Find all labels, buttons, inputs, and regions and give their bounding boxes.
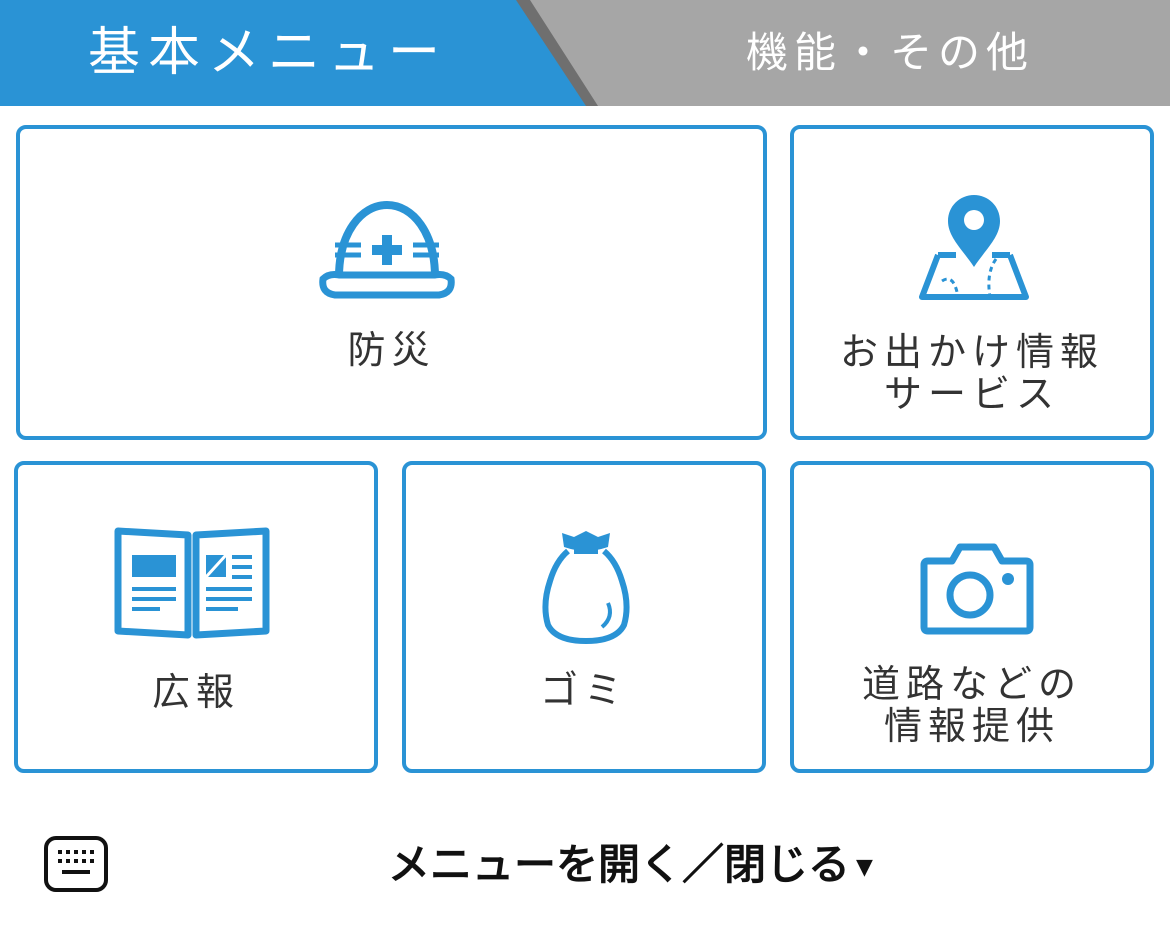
tile-road-label-line2: 情報提供 [883,704,1060,748]
toggle-menu-label: メニューを開く／閉じる [388,840,851,889]
tile-disaster-prevention-label: 防災 [347,328,436,372]
menu-tabs: 基本メニュー 機能・その他 [0,0,1170,106]
tab-features-other[interactable]: 機能・その他 [600,0,1170,106]
tile-outing-info-service[interactable]: お出かけ情報 サービス [790,125,1154,440]
tile-garbage[interactable]: ゴミ [402,461,766,773]
tab-basic-menu-label: 基本メニュー [88,23,449,83]
garbage-bag-icon [542,531,630,645]
keyboard-icon[interactable] [44,836,108,892]
caret-down-icon: ▼ [856,854,873,880]
tab-basic-menu[interactable]: 基本メニュー [0,0,590,106]
tile-disaster-prevention[interactable]: 防災 [16,125,767,440]
tile-publicity[interactable]: 広報 [14,461,378,773]
tile-outing-label-line2: サービス [883,372,1060,416]
app-root: 基本メニュー 機能・その他 防災 お出かけ情報 サービス 広報 ゴミ 道路などの… [0,0,1170,944]
helmet-icon [319,200,455,299]
map-pin-icon [919,195,1029,300]
tile-road-info[interactable]: 道路などの 情報提供 [790,461,1154,773]
tile-outing-label-line1: お出かけ情報 [839,330,1104,374]
newspaper-icon [114,527,270,639]
tile-publicity-label: 広報 [151,670,240,714]
toggle-menu-button[interactable]: メニューを開く／閉じる ▼ [388,835,873,895]
tile-garbage-label: ゴミ [539,668,628,712]
tile-road-label-line1: 道路などの [861,662,1082,706]
tab-features-other-label: 機能・その他 [746,28,1035,77]
camera-icon [920,543,1034,635]
